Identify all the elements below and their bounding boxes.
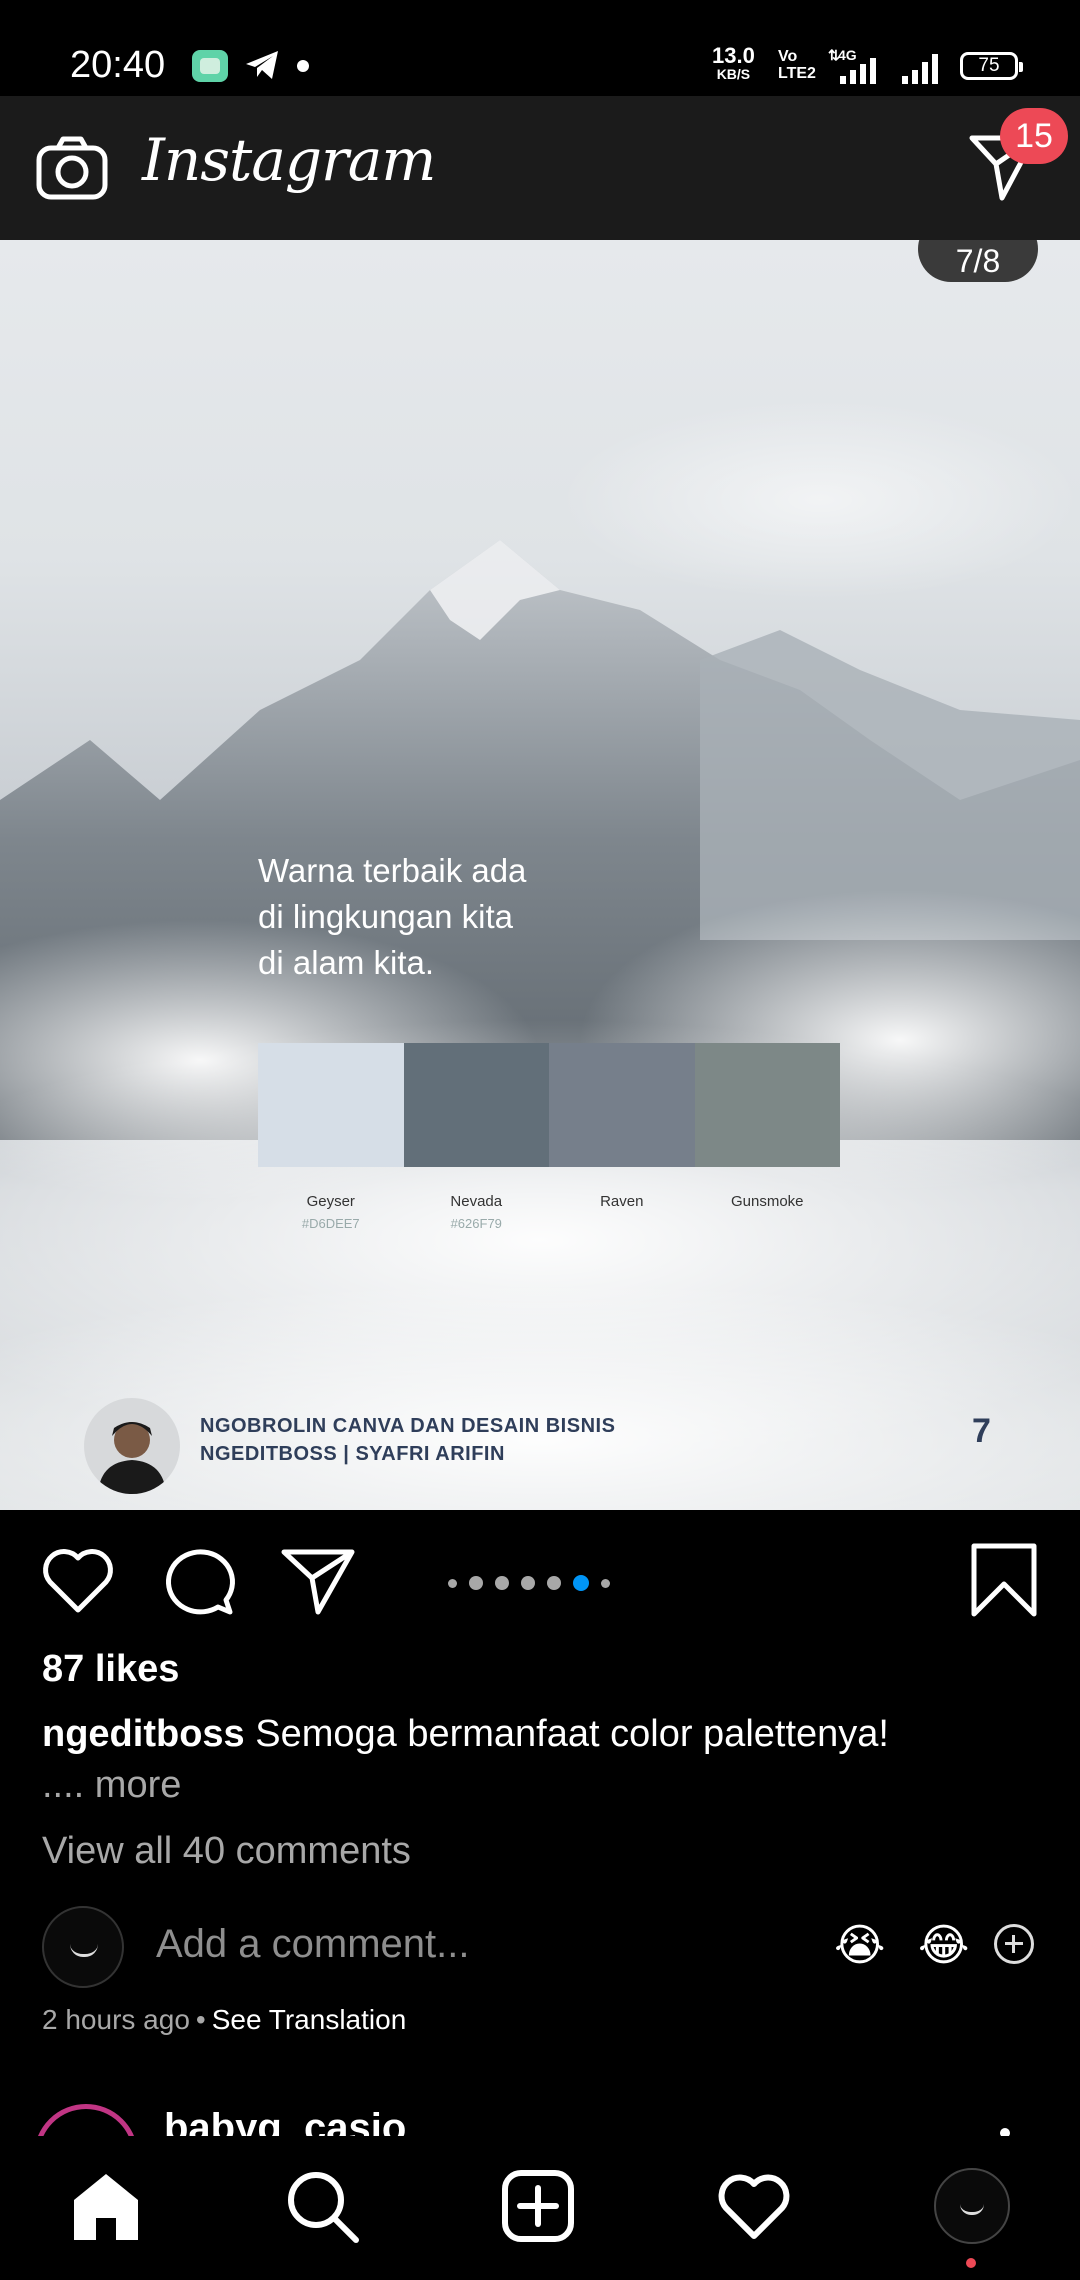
activity-heart-icon[interactable] — [716, 2168, 792, 2244]
caption-text: Semoga bermanfaat color palettenya! — [255, 1713, 889, 1755]
add-emoji-icon[interactable] — [994, 1924, 1034, 1964]
author-photo — [84, 1398, 180, 1494]
profile-notification-dot — [966, 2258, 976, 2268]
app-notification-icon — [192, 50, 228, 82]
share-icon[interactable] — [278, 1540, 358, 1620]
instagram-logo: Instagram — [142, 126, 436, 194]
laughing-emoji-button[interactable]: 😂 — [918, 1920, 969, 1971]
carousel-dot — [547, 1576, 561, 1590]
add-comment-row: Add a comment... 😭 😂 — [0, 1900, 1080, 1992]
palette-labels: Geyser #D6DEE7 Nevada #626F79 Raven Guns… — [258, 1193, 840, 1231]
swatch-label: Nevada #626F79 — [450, 1193, 503, 1231]
likes-count[interactable]: 87 likes — [42, 1648, 179, 1691]
new-post-icon[interactable] — [500, 2168, 576, 2244]
swatch-label: Raven — [600, 1193, 644, 1210]
page-indicator: 7/8 — [918, 240, 1038, 282]
signal-4g-icon: ⇅ 4G — [828, 47, 876, 84]
signal-bars-icon — [902, 54, 938, 84]
avatar — [42, 1906, 124, 1988]
more-options-icon[interactable] — [1000, 2128, 1010, 2136]
home-icon[interactable] — [68, 2168, 144, 2244]
color-palette — [258, 1043, 840, 1167]
avatar[interactable] — [34, 2104, 138, 2136]
credit-line-2: NGEDITBOSS | SYAFRI ARIFIN — [200, 1443, 505, 1465]
heart-icon[interactable] — [38, 1540, 118, 1620]
crying-emoji-button[interactable]: 😭 — [834, 1920, 885, 1971]
bottom-navigation — [0, 2136, 1080, 2280]
swatch-gunsmoke — [694, 1043, 840, 1167]
swatch-label: Gunsmoke — [730, 1193, 804, 1210]
telegram-icon — [246, 51, 278, 79]
comment-input[interactable]: Add a comment... — [156, 1922, 469, 1967]
post-actions — [0, 1510, 1080, 1640]
status-bar: 20:40 13.0 KB/S Vo LTE2 ⇅ 4G 75 — [0, 0, 1080, 96]
carousel-dot — [521, 1576, 535, 1590]
swatch-raven — [549, 1043, 695, 1167]
carousel-dot — [448, 1578, 457, 1588]
search-icon[interactable] — [284, 2168, 360, 2244]
swatch-nevada — [403, 1043, 549, 1167]
comment-icon[interactable] — [160, 1540, 240, 1620]
carousel-dot — [469, 1576, 483, 1590]
next-post-username[interactable]: babyg_casio — [164, 2106, 406, 2136]
view-all-comments-link[interactable]: View all 40 comments — [42, 1830, 411, 1873]
network-speed: 13.0 KB/S — [712, 43, 755, 83]
svg-text:4G: 4G — [838, 47, 857, 63]
swatch-geyser — [258, 1043, 404, 1167]
see-translation-link[interactable]: See Translation — [212, 2004, 407, 2035]
app-header: Instagram 15 — [0, 96, 1080, 240]
camera-icon[interactable] — [36, 136, 108, 200]
bookmark-icon[interactable] — [964, 1540, 1044, 1620]
swatch-label: Geyser #D6DEE7 — [301, 1193, 360, 1231]
volte-indicator: Vo LTE2 — [778, 48, 816, 82]
status-time: 20:40 — [70, 44, 166, 86]
image-quote: Warna terbaik ada di lingkungan kita di … — [258, 852, 527, 981]
notification-dot-icon — [297, 60, 309, 72]
carousel-dot — [495, 1576, 509, 1590]
credit-line-1: NGOBROLIN CANVA DAN DESAIN BISNIS — [200, 1415, 616, 1437]
carousel-dot-active — [573, 1575, 589, 1591]
slide-number: 7 — [972, 1412, 991, 1450]
post-caption: ngeditboss Semoga bermanfaat color palet… — [42, 1708, 1042, 1760]
caption-more[interactable]: .... more — [42, 1764, 181, 1807]
battery-icon: 75 — [960, 52, 1023, 80]
post-image[interactable]: 7/8 Warna terbaik ada di lingkungan kita… — [0, 240, 1080, 1510]
post-timestamp: 2 hours ago • See Translation — [42, 2004, 407, 2035]
caption-username[interactable]: ngeditboss — [42, 1713, 245, 1755]
carousel-indicator — [448, 1574, 610, 1592]
profile-avatar[interactable] — [934, 2168, 1010, 2244]
carousel-dot — [601, 1578, 610, 1588]
next-post-header: babyg_casio — [0, 2092, 1080, 2136]
dm-badge: 15 — [1000, 108, 1068, 164]
